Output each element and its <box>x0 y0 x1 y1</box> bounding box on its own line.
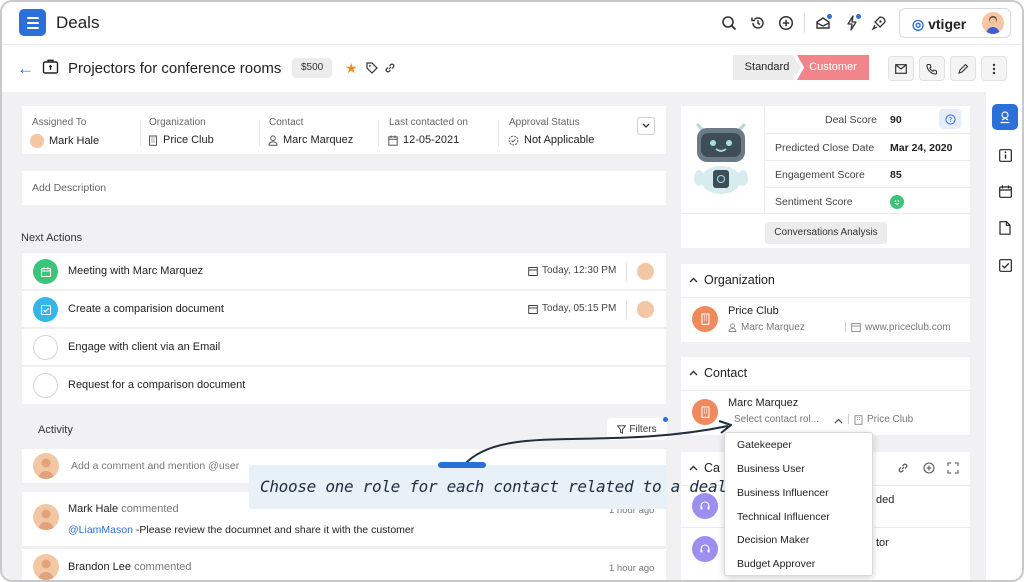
annotation-callout: Choose one role for each contact related… <box>249 462 727 509</box>
callout-handle <box>438 462 486 468</box>
annotation-text: Choose one role for each contact related… <box>260 477 727 496</box>
app-window: Deals ◎ vtiger ← Projectors for conferen… <box>0 0 1024 582</box>
